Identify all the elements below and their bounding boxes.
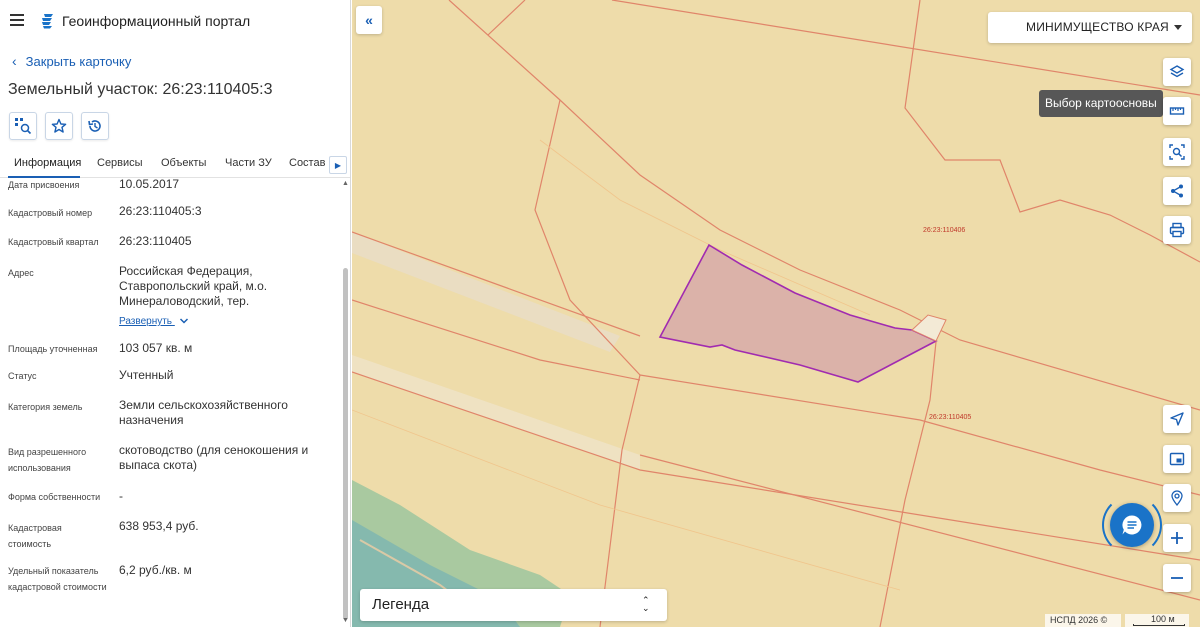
navigation-button[interactable] [1163,405,1191,433]
copyright: НСПД 2026 © [1045,614,1121,627]
select-area-button[interactable] [1163,138,1191,166]
card-title: Земельный участок: 26:23:110405:3 [8,81,273,98]
tab-objects[interactable]: Объекты [161,157,206,169]
field-value: скотоводство (для сенокошения и выпаса с… [119,443,309,472]
portal-logo-icon [42,14,53,29]
menu-icon[interactable] [10,14,24,26]
field-value: 103 057 кв. м [119,341,193,355]
legend-label: Легенда [372,596,430,613]
tab-information[interactable]: Информация [14,157,81,169]
print-button[interactable] [1163,216,1191,244]
field-label: Вид разрешенного использования [8,447,87,473]
tab-composition[interactable]: Состав [289,157,325,169]
zoom-in-icon [1171,532,1183,544]
close-card-label: Закрыть карточку [25,53,132,69]
minimap-icon [1169,452,1185,466]
select-area-icon [1169,144,1185,160]
field-label: Дата присвоения [8,180,80,190]
basemap-tooltip: Выбор картоосновы [1039,90,1163,117]
scroll-down-icon[interactable]: ▼ [342,617,349,624]
expand-address-link[interactable]: Развернуть [119,316,189,327]
scale-bar: 100 м [1125,614,1189,627]
field-label: Форма собственности [8,492,101,502]
zoom-out-button[interactable] [1163,564,1191,592]
history-icon [88,120,101,132]
field-label: Категория земель [8,402,83,412]
top-bar: Геоинформационный портал [0,0,350,42]
zoom-in-button[interactable] [1163,524,1191,552]
field-value: Земли сельскохозяйственного назначения [119,398,288,427]
locate-object-button[interactable] [9,112,37,140]
tabs-next-button[interactable]: ▶ [329,156,347,174]
measure-button[interactable] [1163,97,1191,125]
zoom-out-icon [1171,577,1183,579]
field-label: Статус [8,371,37,381]
minimap-button[interactable] [1163,445,1191,473]
star-icon [51,118,67,133]
field-label: Кадастровый квартал [8,237,99,247]
field-label: Площадь уточненная [8,344,98,354]
field-value: 6,2 руб./кв. м [119,563,192,577]
expand-label: Развернуть [119,316,173,327]
organization-select-value: МИНИМУЩЕСТВО КРАЯ [1026,20,1169,34]
collapse-panel-button[interactable]: « [356,6,382,34]
field-value: 26:23:110405:3 [119,204,202,218]
chevron-right-icon: ▶ [334,160,342,170]
basemap-button[interactable] [1163,58,1191,86]
chat-button[interactable] [1110,503,1154,547]
field-label: Кадастровая стоимость [8,523,62,549]
field-value: Российская Федерация, Ставропольский кра… [119,264,268,308]
field-label: Удельный показатель кадастровой стоимост… [8,566,107,592]
field-label: Адрес [8,268,34,278]
chevron-left-icon: ‹ [12,53,17,69]
navigation-icon [1170,412,1184,426]
scale-label: 100 м [1151,614,1175,624]
ruler-icon [1169,107,1185,115]
locate-object-icon [15,118,32,135]
quarter-label: 26:23:110405 [929,414,972,421]
field-value: 10.05.2017 [119,177,180,191]
print-icon [1169,222,1185,238]
organization-select[interactable]: МИНИМУЩЕСТВО КРАЯ [988,12,1192,43]
chevron-down-icon [1174,25,1182,30]
field-value: Учтенный [119,368,174,382]
panel-scrollbar-thumb[interactable] [343,268,348,620]
expand-collapse-icon: ⌃ ⌄ [642,595,650,613]
field-value: 26:23:110405 [119,234,192,248]
app-title: Геоинформационный портал [62,13,251,29]
tab-services[interactable]: Сервисы [97,157,143,169]
legend-toggle[interactable]: Легенда ⌃ ⌄ [360,589,667,621]
field-value: 638 953,4 руб. [119,519,199,533]
quarter-label: 26:23:110406 [923,227,966,234]
close-card-link[interactable]: ‹ Закрыть карточку [12,53,131,69]
card-tabs: Информация Сервисы Объекты Части ЗУ Сост… [0,150,350,178]
history-button[interactable] [81,112,109,140]
info-panel: Геоинформационный портал ‹ Закрыть карто… [0,0,351,627]
favorite-button[interactable] [45,112,73,140]
scroll-up-icon[interactable]: ▲ [342,180,349,187]
share-icon [1171,184,1183,198]
tab-parts[interactable]: Части ЗУ [225,157,272,169]
chevron-down-icon [179,318,188,324]
location-search-button[interactable] [1163,484,1191,512]
field-value: - [119,489,123,503]
layers-icon [1169,65,1185,78]
chat-icon [1122,515,1142,535]
location-search-icon [1171,490,1183,506]
field-label: Кадастровый номер [8,208,93,218]
parcel-26-23-110405-3 [658,243,938,383]
double-chevron-left-icon: « [365,12,373,28]
share-button[interactable] [1163,177,1191,205]
